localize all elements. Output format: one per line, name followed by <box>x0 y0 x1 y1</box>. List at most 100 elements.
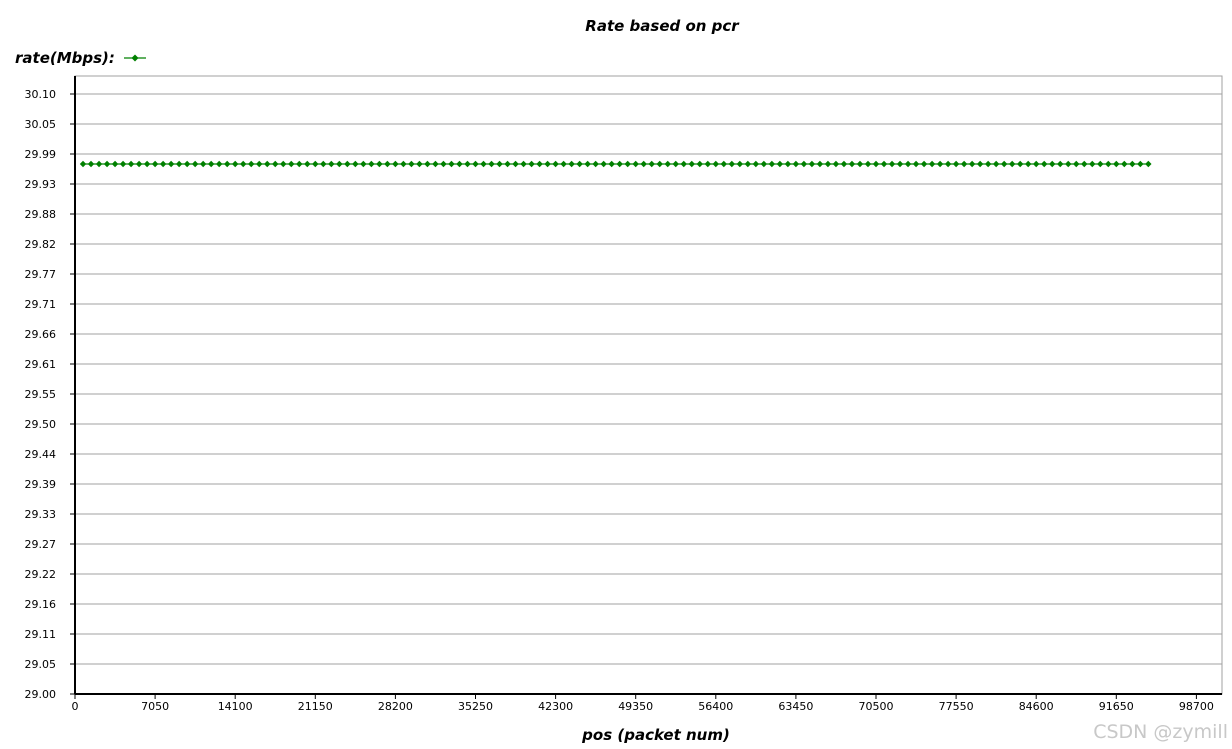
data-point <box>528 160 535 168</box>
data-point <box>968 160 976 168</box>
data-point <box>648 160 655 168</box>
data-point <box>856 160 864 168</box>
data-point <box>183 160 191 168</box>
data-point <box>976 160 984 168</box>
data-point <box>95 160 103 168</box>
y-tick-label: 29.66 <box>25 328 57 341</box>
data-point <box>1073 160 1080 168</box>
data-point <box>496 160 503 168</box>
data-point <box>1024 160 1032 168</box>
data-point <box>904 160 912 168</box>
y-tick-label: 29.27 <box>25 538 57 551</box>
data-point <box>872 160 880 168</box>
data-point <box>712 160 719 168</box>
y-tick-label: 29.00 <box>25 688 57 701</box>
data-point <box>1000 160 1008 168</box>
data-point <box>512 160 519 168</box>
data-point <box>592 160 599 168</box>
data-point <box>776 160 784 168</box>
data-point <box>127 160 135 168</box>
data-point <box>696 160 703 168</box>
y-tick-label: 29.11 <box>25 628 57 641</box>
data-point <box>816 160 824 168</box>
data-point <box>1057 160 1064 168</box>
rate-chart: Rate based on pcr rate(Mbps): 29.00 29.05… <box>15 17 1228 744</box>
data-point <box>504 160 511 168</box>
data-point <box>792 160 800 168</box>
data-point <box>384 160 391 168</box>
data-point <box>680 160 687 168</box>
data-point <box>488 160 495 168</box>
data-point <box>1081 160 1088 168</box>
data-point <box>464 160 471 168</box>
data-point <box>1008 160 1016 168</box>
legend-marker <box>124 54 146 62</box>
data-point <box>536 160 543 168</box>
data-point <box>552 160 559 168</box>
data-point <box>560 160 567 168</box>
series-rate <box>79 160 1152 168</box>
y-tick-label: 29.22 <box>25 568 57 581</box>
data-point <box>352 160 359 168</box>
data-point <box>728 160 736 168</box>
y-tick-label: 29.50 <box>25 418 57 431</box>
grid-lines <box>75 93 1222 665</box>
y-tick-label: 29.39 <box>25 478 57 491</box>
data-point <box>616 160 623 168</box>
data-point <box>223 160 231 168</box>
data-point <box>1089 160 1096 168</box>
data-point <box>896 160 904 168</box>
y-tick-label: 29.55 <box>25 388 57 401</box>
data-point <box>1137 160 1144 168</box>
data-point <box>480 160 487 168</box>
data-point <box>1065 160 1072 168</box>
y-tick-label: 30.05 <box>25 118 57 131</box>
x-tick-label: 56400 <box>698 700 733 713</box>
x-tick-label: 35250 <box>458 700 493 713</box>
y-tick-label: 29.88 <box>25 208 57 221</box>
data-point <box>135 160 143 168</box>
data-point <box>456 160 463 168</box>
x-tick-label: 28200 <box>378 700 413 713</box>
y-tick-label: 29.71 <box>25 298 57 311</box>
x-tick-label: 98700 <box>1179 700 1214 713</box>
data-point <box>151 160 159 168</box>
data-point <box>320 160 327 168</box>
data-point <box>744 160 752 168</box>
data-point <box>808 160 816 168</box>
data-point <box>624 160 631 168</box>
data-point <box>768 160 776 168</box>
data-point <box>800 160 808 168</box>
data-point <box>432 160 439 168</box>
data-point <box>936 160 944 168</box>
data-point <box>248 160 255 168</box>
data-point <box>584 160 591 168</box>
y-tick-label: 30.10 <box>25 88 57 101</box>
data-point <box>1145 160 1152 168</box>
x-tick-label: 7050 <box>141 700 169 713</box>
data-point <box>576 160 583 168</box>
y-tick-label: 29.44 <box>25 448 57 461</box>
data-point <box>207 160 215 168</box>
x-tick-label: 77550 <box>939 700 974 713</box>
data-point <box>608 160 615 168</box>
y-tick-label: 29.99 <box>25 148 57 161</box>
data-point <box>720 160 728 168</box>
data-point <box>600 160 607 168</box>
data-point <box>79 160 87 168</box>
data-point <box>760 160 768 168</box>
data-point <box>280 160 287 168</box>
data-point <box>984 160 992 168</box>
y-tick-label: 29.33 <box>25 508 57 521</box>
data-point <box>944 160 952 168</box>
x-tick-label: 63450 <box>778 700 813 713</box>
data-point <box>1097 160 1104 168</box>
chart-title: Rate based on pcr <box>585 17 740 35</box>
data-point <box>87 160 95 168</box>
data-point <box>704 160 711 168</box>
data-point <box>752 160 760 168</box>
data-point <box>544 160 551 168</box>
x-axis-ticks: 0 7050 14100 21150 28200 35250 42300 49350 56400… <box>72 694 1214 713</box>
data-point <box>344 160 351 168</box>
data-point <box>256 160 263 168</box>
